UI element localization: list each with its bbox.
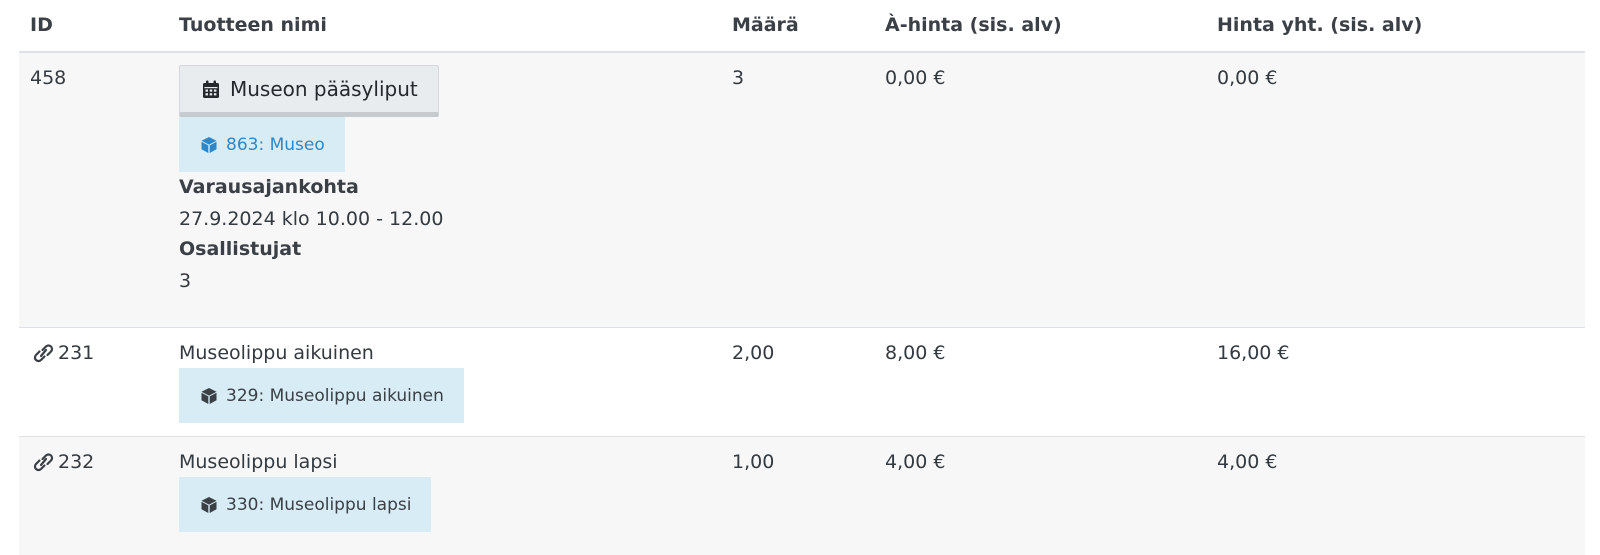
row-unit-price: 8,00 € — [885, 342, 946, 364]
link-icon — [30, 452, 56, 472]
row-total-price: 0,00 € — [1217, 67, 1278, 89]
participants-value: 3 — [179, 270, 192, 292]
row-unit-price: 0,00 € — [885, 67, 946, 89]
product-badge-label: 330: Museolippu lapsi — [226, 494, 412, 515]
order-lines-table: ID Tuotteen nimi Määrä À-hinta (sis. alv… — [19, 0, 1585, 555]
row-quantity: 2,00 — [732, 342, 775, 364]
column-header-unit-price: À-hinta (sis. alv) — [885, 14, 1062, 36]
product-name: Museolippu lapsi — [179, 451, 338, 473]
row-total-price: 4,00 € — [1217, 451, 1278, 473]
cube-icon — [200, 136, 218, 154]
product-badge[interactable]: 329: Museolippu aikuinen — [179, 368, 464, 423]
product-badge-label: 863: Museo — [226, 134, 325, 155]
cube-icon — [200, 387, 218, 405]
link-icon — [30, 343, 56, 363]
column-header-id: ID — [30, 14, 53, 36]
row-id-link[interactable]: 232 — [30, 451, 94, 473]
product-badge-label: 329: Museolippu aikuinen — [226, 385, 444, 406]
product-badge[interactable]: 330: Museolippu lapsi — [179, 477, 432, 532]
product-button-label: Museon pääsyliput — [230, 77, 418, 101]
row-id: 231 — [58, 342, 95, 364]
row-id: 458 — [30, 67, 67, 89]
table-row: 458 Museon pääsyliput 863: Museo Varausa… — [19, 53, 1585, 328]
row-total-price: 16,00 € — [1217, 342, 1290, 364]
participants-label: Osallistujat — [179, 238, 302, 260]
product-cell: Museolippu lapsi 330: Museolippu lapsi — [179, 451, 432, 532]
column-header-total-price: Hinta yht. (sis. alv) — [1217, 14, 1423, 36]
product-cell: Museolippu aikuinen 329: Museolippu aiku… — [179, 342, 464, 423]
product-cell: Museon pääsyliput 863: Museo Varausajank… — [179, 65, 443, 292]
calendar-icon — [202, 80, 220, 99]
table-row: 232 Museolippu lapsi 330: Museolippu lap… — [19, 437, 1585, 555]
table-row: 231 Museolippu aikuinen 329: Museolippu … — [19, 328, 1585, 437]
column-header-name: Tuotteen nimi — [179, 14, 327, 36]
product-name: Museolippu aikuinen — [179, 342, 374, 364]
column-header-quantity: Määrä — [732, 14, 799, 36]
table-header: ID Tuotteen nimi Määrä À-hinta (sis. alv… — [19, 0, 1585, 53]
row-unit-price: 4,00 € — [885, 451, 946, 473]
row-id-link[interactable]: 231 — [30, 342, 94, 364]
row-quantity: 3 — [732, 67, 745, 89]
booking-time-label: Varausajankohta — [179, 176, 359, 198]
product-button[interactable]: Museon pääsyliput — [179, 65, 439, 117]
row-id: 232 — [58, 451, 95, 473]
cube-icon — [200, 496, 218, 514]
booking-time-value: 27.9.2024 klo 10.00 - 12.00 — [179, 208, 444, 230]
product-badge-link[interactable]: 863: Museo — [179, 117, 345, 172]
row-quantity: 1,00 — [732, 451, 775, 473]
